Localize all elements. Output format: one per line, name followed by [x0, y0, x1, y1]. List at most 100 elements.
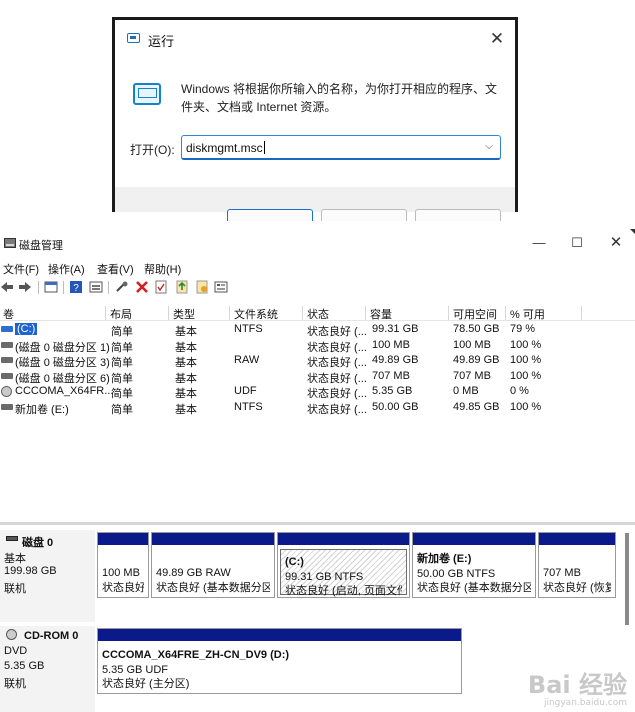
volume-status: 状态良好 (...: [307, 341, 367, 354]
toolbar-separator: [108, 281, 109, 294]
volume-icon: [1, 372, 13, 379]
cancel-button[interactable]: [321, 209, 407, 221]
volume-icon: [1, 357, 13, 364]
partition-size: 50.00 GB NTFS: [417, 567, 496, 580]
maximize-icon[interactable]: ☐: [568, 235, 586, 251]
open-input-value[interactable]: diskmgmt.msc: [186, 141, 265, 155]
volume-name: (磁盘 0 磁盘分区 6): [15, 372, 110, 385]
volume-layout: 简单: [111, 388, 133, 401]
volume-filesystem: NTFS: [234, 401, 263, 413]
volume-capacity: 5.35 GB: [372, 385, 413, 398]
view-icon[interactable]: [89, 280, 103, 294]
volume-capacity: 50.00 GB: [372, 401, 419, 413]
toolbar-separator: [63, 281, 64, 294]
table-row[interactable]: (磁盘 0 磁盘分区 3) 简单 基本 RAW 状态良好 (... 49.89 …: [0, 353, 635, 369]
volume-name: (磁盘 0 磁盘分区 1): [15, 341, 110, 354]
volume-percent: 100 %: [510, 338, 542, 351]
rescan-icon[interactable]: [175, 280, 189, 294]
close-icon[interactable]: ✕: [607, 235, 625, 251]
volume-filesystem: RAW: [234, 354, 260, 367]
volume-capacity: 100 MB: [372, 338, 410, 351]
volume-name: CCCOMA_X64FR...: [15, 385, 114, 398]
partition-body: CCCOMA_X64FRE_ZH-CN_DV9 (D:) 5.35 GB UDF…: [98, 641, 461, 693]
disk-size: 5.35 GB: [4, 660, 45, 672]
volume-icon: [1, 404, 13, 410]
open-input[interactable]: diskmgmt.msc ⌵: [181, 135, 501, 160]
back-icon[interactable]: [0, 280, 14, 294]
partition-size: 49.89 GB RAW: [156, 567, 231, 579]
partition-d[interactable]: CCCOMA_X64FRE_ZH-CN_DV9 (D:) 5.35 GB UDF…: [97, 628, 462, 694]
minimize-icon[interactable]: —: [530, 235, 548, 251]
column-status[interactable]: 状态: [304, 306, 366, 320]
partition-recovery-100mb[interactable]: 100 MB 状态良好: [97, 532, 149, 598]
cdrom-0-label[interactable]: CD-ROM 0 DVD 5.35 GB 联机: [0, 626, 95, 712]
partition-e[interactable]: 新加卷 (E:) 50.00 GB NTFS 状态良好 (基本数据分区): [412, 532, 536, 598]
column-type[interactable]: 类型: [170, 306, 230, 320]
partition-size: 707 MB: [543, 567, 581, 579]
volume-name: 新加卷 (E:): [15, 404, 69, 416]
connect-icon[interactable]: [115, 280, 129, 294]
disk-management-icon: [4, 238, 16, 248]
cd-drive-icon: [1, 386, 12, 398]
volume-type: 基本: [175, 372, 197, 385]
table-row[interactable]: CCCOMA_X64FR... 简单 基本 UDF 状态良好 (... 5.35…: [0, 384, 635, 400]
volume-capacity: 49.89 GB: [372, 354, 419, 367]
volume-percent: 100 %: [510, 401, 542, 413]
column-filesystem[interactable]: 文件系统: [231, 306, 303, 320]
table-row[interactable]: (磁盘 0 磁盘分区 1) 简单 基本 状态良好 (... 100 MB 100…: [0, 338, 635, 354]
volume-list: 卷 布局 类型 文件系统 状态 容量 可用空间 % 可用 (C:) 简单 基本 …: [0, 305, 635, 421]
close-icon[interactable]: ✕: [487, 29, 507, 49]
volume-status: 状态良好 (...: [307, 372, 367, 385]
column-capacity[interactable]: 容量: [367, 306, 449, 320]
table-row[interactable]: (C:) 简单 基本 NTFS 状态良好 (... 99.31 GB 78.50…: [0, 322, 635, 338]
partition-title: CCCOMA_X64FRE_ZH-CN_DV9 (D:): [102, 649, 290, 661]
volume-type: 基本: [175, 404, 197, 416]
partition-raw[interactable]: 49.89 GB RAW 状态良好 (基本数据分区): [151, 532, 275, 598]
chevron-down-icon[interactable]: ⌵: [482, 140, 496, 154]
table-row[interactable]: 新加卷 (E:) 简单 基本 NTFS 状态良好 (... 50.00 GB 4…: [0, 400, 635, 416]
delete-icon[interactable]: [135, 280, 149, 294]
partition-status: 状态良好: [102, 581, 144, 594]
partition-status: 状态良好 (恢复: [543, 581, 611, 594]
volume-type: 基本: [175, 341, 197, 354]
volume-status: 状态良好 (...: [307, 357, 367, 370]
run-app-icon: [127, 33, 140, 43]
volume-layout: 简单: [111, 326, 133, 338]
partition-bar: [278, 533, 409, 545]
ok-button[interactable]: [227, 209, 313, 221]
menu-file[interactable]: 文件(F): [3, 261, 39, 277]
cd-drive-icon: [6, 629, 17, 640]
menu-action[interactable]: 操作(A): [48, 261, 85, 277]
partition-recovery-707mb[interactable]: 707 MB 状态良好 (恢复: [538, 532, 616, 598]
disk-state: 联机: [4, 583, 26, 595]
volume-percent: 0 %: [510, 385, 529, 398]
disk-name: 磁盘 0: [22, 537, 54, 549]
check-icon[interactable]: [154, 280, 168, 294]
column-volume[interactable]: 卷: [0, 306, 106, 320]
disk-0-label[interactable]: 磁盘 0 基本 199.98 GB 联机: [0, 530, 95, 622]
browse-button[interactable]: [415, 209, 501, 221]
partition-status: 状态良好 (启动, 页面文件,: [285, 585, 402, 597]
help-icon[interactable]: ?: [69, 280, 83, 294]
volume-layout: 简单: [111, 357, 133, 370]
forward-icon[interactable]: [18, 280, 32, 294]
explore-icon[interactable]: [214, 280, 228, 294]
volume-type: 基本: [175, 357, 197, 370]
hard-disk-icon: [6, 536, 18, 541]
column-free-space[interactable]: 可用空间: [450, 306, 506, 320]
menu-help[interactable]: 帮助(H): [144, 261, 181, 277]
column-layout[interactable]: 布局: [107, 306, 169, 320]
table-row[interactable]: (磁盘 0 磁盘分区 6) 简单 基本 状态良好 (... 707 MB 707…: [0, 369, 635, 385]
partition-body: 100 MB 状态良好: [98, 545, 148, 597]
open-icon[interactable]: [195, 280, 209, 294]
disk-type: 基本: [4, 553, 26, 565]
volume-icon: [1, 326, 13, 332]
properties-icon[interactable]: [44, 280, 58, 294]
vertical-scrollbar[interactable]: [625, 533, 629, 625]
partition-status: 状态良好 (基本数据分区): [156, 581, 270, 594]
partition-c[interactable]: (C:) 99.31 GB NTFS 状态良好 (启动, 页面文件,: [277, 532, 410, 598]
volume-percent: 100 %: [510, 369, 542, 382]
column-percent-free[interactable]: % 可用: [507, 306, 582, 320]
volume-type: 基本: [175, 388, 197, 401]
menu-view[interactable]: 查看(V): [97, 261, 134, 277]
